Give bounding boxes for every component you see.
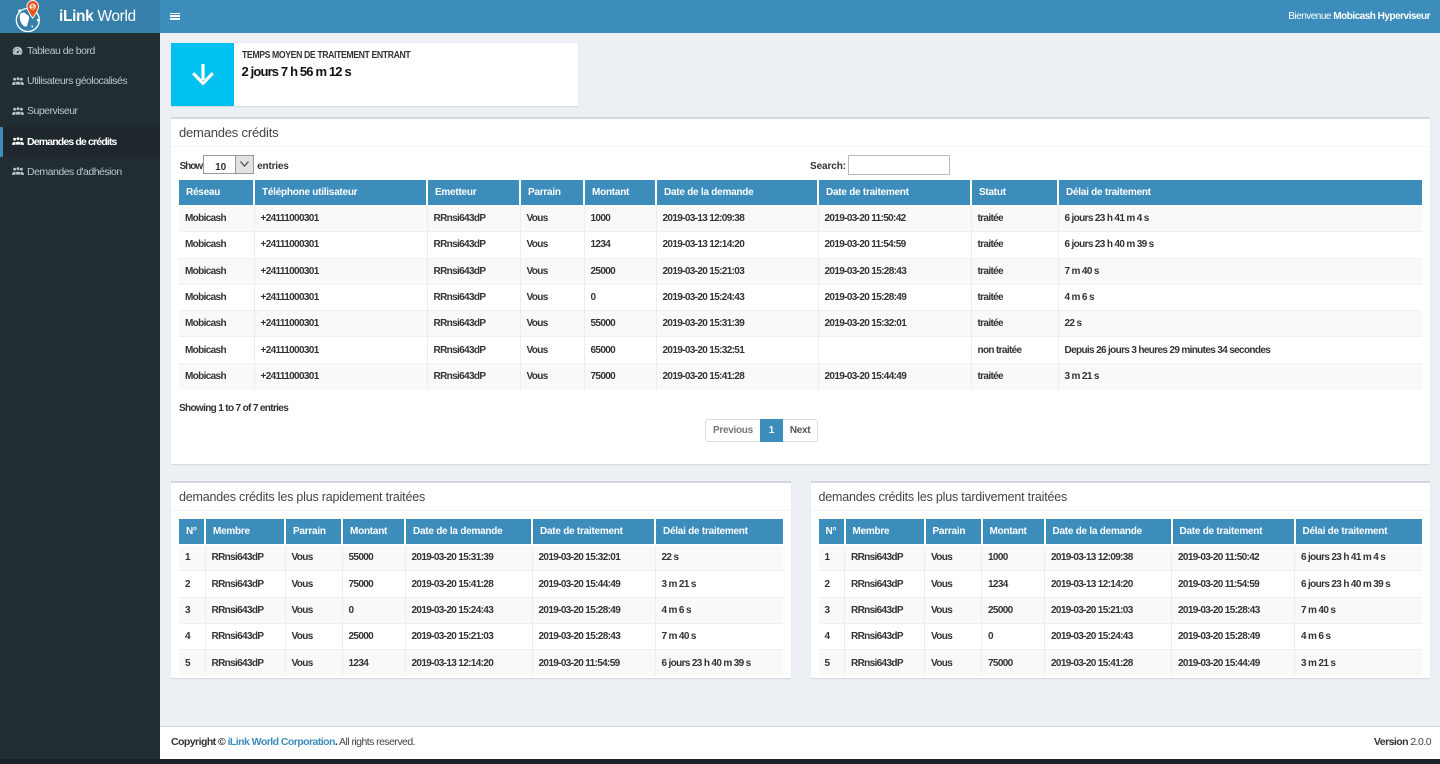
svg-text:$: $	[31, 4, 35, 11]
